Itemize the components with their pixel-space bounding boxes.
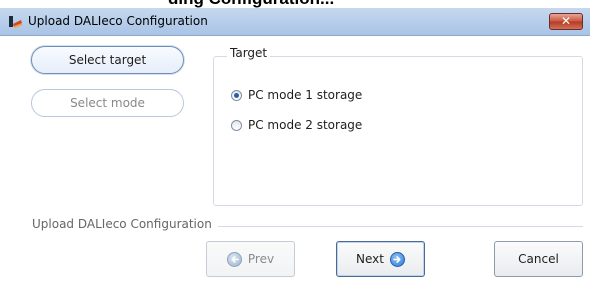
step-select-mode-label: Select mode bbox=[70, 96, 145, 110]
radio-pc-mode-1-label: PC mode 1 storage bbox=[248, 88, 363, 102]
step-select-target[interactable]: Select target bbox=[31, 46, 184, 74]
radio-pc-mode-1[interactable]: PC mode 1 storage bbox=[231, 88, 362, 102]
radio-pc-mode-2[interactable]: PC mode 2 storage bbox=[231, 118, 362, 132]
cancel-button[interactable]: Cancel bbox=[494, 241, 583, 277]
app-icon bbox=[8, 14, 24, 30]
clipped-heading-strip: ding Configuration... bbox=[0, 0, 590, 8]
dialog-body: Select target Select mode Target PC mode… bbox=[0, 36, 590, 285]
wizard-section-label: Upload DALIeco Configuration bbox=[32, 217, 218, 231]
close-icon: ✕ bbox=[560, 14, 572, 28]
window-title: Upload DALIeco Configuration bbox=[28, 14, 208, 28]
arrow-right-icon bbox=[389, 251, 405, 267]
dialog-window: Upload DALIeco Configuration ✕ Select ta… bbox=[0, 8, 590, 285]
radio-pc-mode-2-label: PC mode 2 storage bbox=[248, 118, 363, 132]
cancel-button-label: Cancel bbox=[518, 252, 559, 266]
target-group-label: Target bbox=[227, 46, 271, 60]
title-bar[interactable]: Upload DALIeco Configuration ✕ bbox=[0, 8, 590, 36]
step-select-mode: Select mode bbox=[31, 89, 184, 117]
arrow-left-icon bbox=[226, 251, 242, 267]
clipped-heading-text: ding Configuration... bbox=[168, 0, 334, 8]
prev-button[interactable]: Prev bbox=[206, 241, 295, 277]
next-button[interactable]: Next bbox=[336, 241, 425, 277]
prev-button-label: Prev bbox=[247, 252, 275, 266]
radio-unselected-icon[interactable] bbox=[231, 119, 242, 131]
next-button-label: Next bbox=[356, 252, 384, 266]
step-select-target-label: Select target bbox=[68, 53, 147, 67]
close-button[interactable]: ✕ bbox=[549, 13, 583, 30]
radio-selected-icon[interactable] bbox=[231, 89, 242, 101]
